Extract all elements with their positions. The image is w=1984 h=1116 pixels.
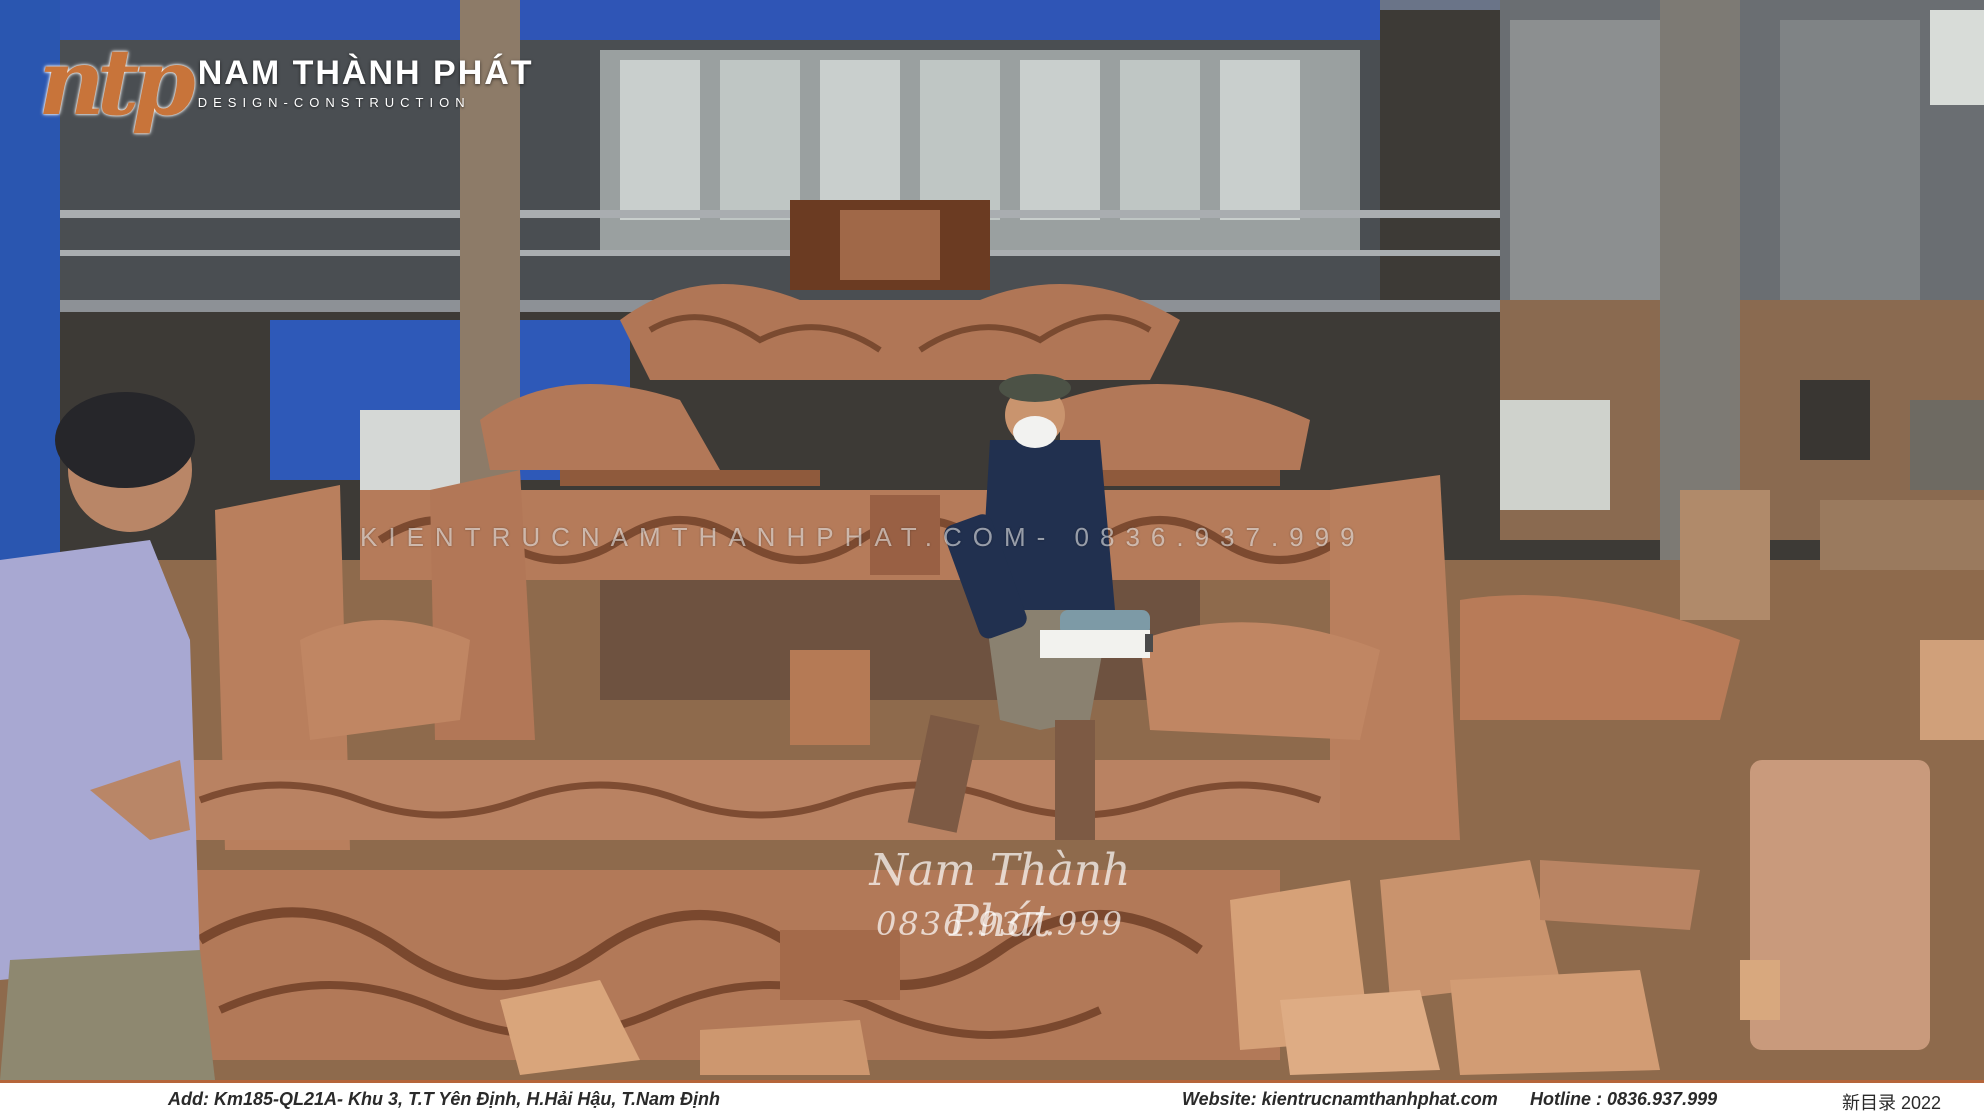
photo-frame: ntp NAM THÀNH PHÁT DESIGN-CONSTRUCTION K… [0, 0, 1984, 1116]
company-logo: ntp NAM THÀNH PHÁT DESIGN-CONSTRUCTION [38, 36, 534, 128]
watermark-text: KIENTRUCNAMTHANHPHAT.COM- 0836.937.999 [360, 522, 1366, 552]
footer-hotline: Hotline : 0836.937.999 [1530, 1089, 1718, 1109]
carved-bracket-right [1140, 622, 1380, 740]
wood-block [1540, 860, 1700, 930]
footer-address: Add: Km185-QL21A- Khu 3, T.T Yên Định, H… [168, 1089, 721, 1109]
watermark-phone: 0836.937.999 [876, 905, 1124, 943]
brand-tagline: DESIGN-CONSTRUCTION [197, 95, 471, 110]
brand-name: NAM THÀNH PHÁT [197, 54, 534, 92]
wood-block [1280, 990, 1440, 1075]
carved-bracket-left [300, 620, 470, 740]
logo-mark: ntp [38, 28, 196, 136]
footer-catalog-label: 新目录 2022 [1842, 1093, 1942, 1113]
steel-pillar [1660, 0, 1740, 560]
balcony-railing [60, 210, 1500, 218]
wood-block [1450, 970, 1660, 1075]
footer-bar: Add: Km185-QL21A- Khu 3, T.T Yên Định, H… [0, 1080, 1984, 1116]
footer-website: Website: kientrucnamthanhphat.com [1182, 1089, 1498, 1109]
